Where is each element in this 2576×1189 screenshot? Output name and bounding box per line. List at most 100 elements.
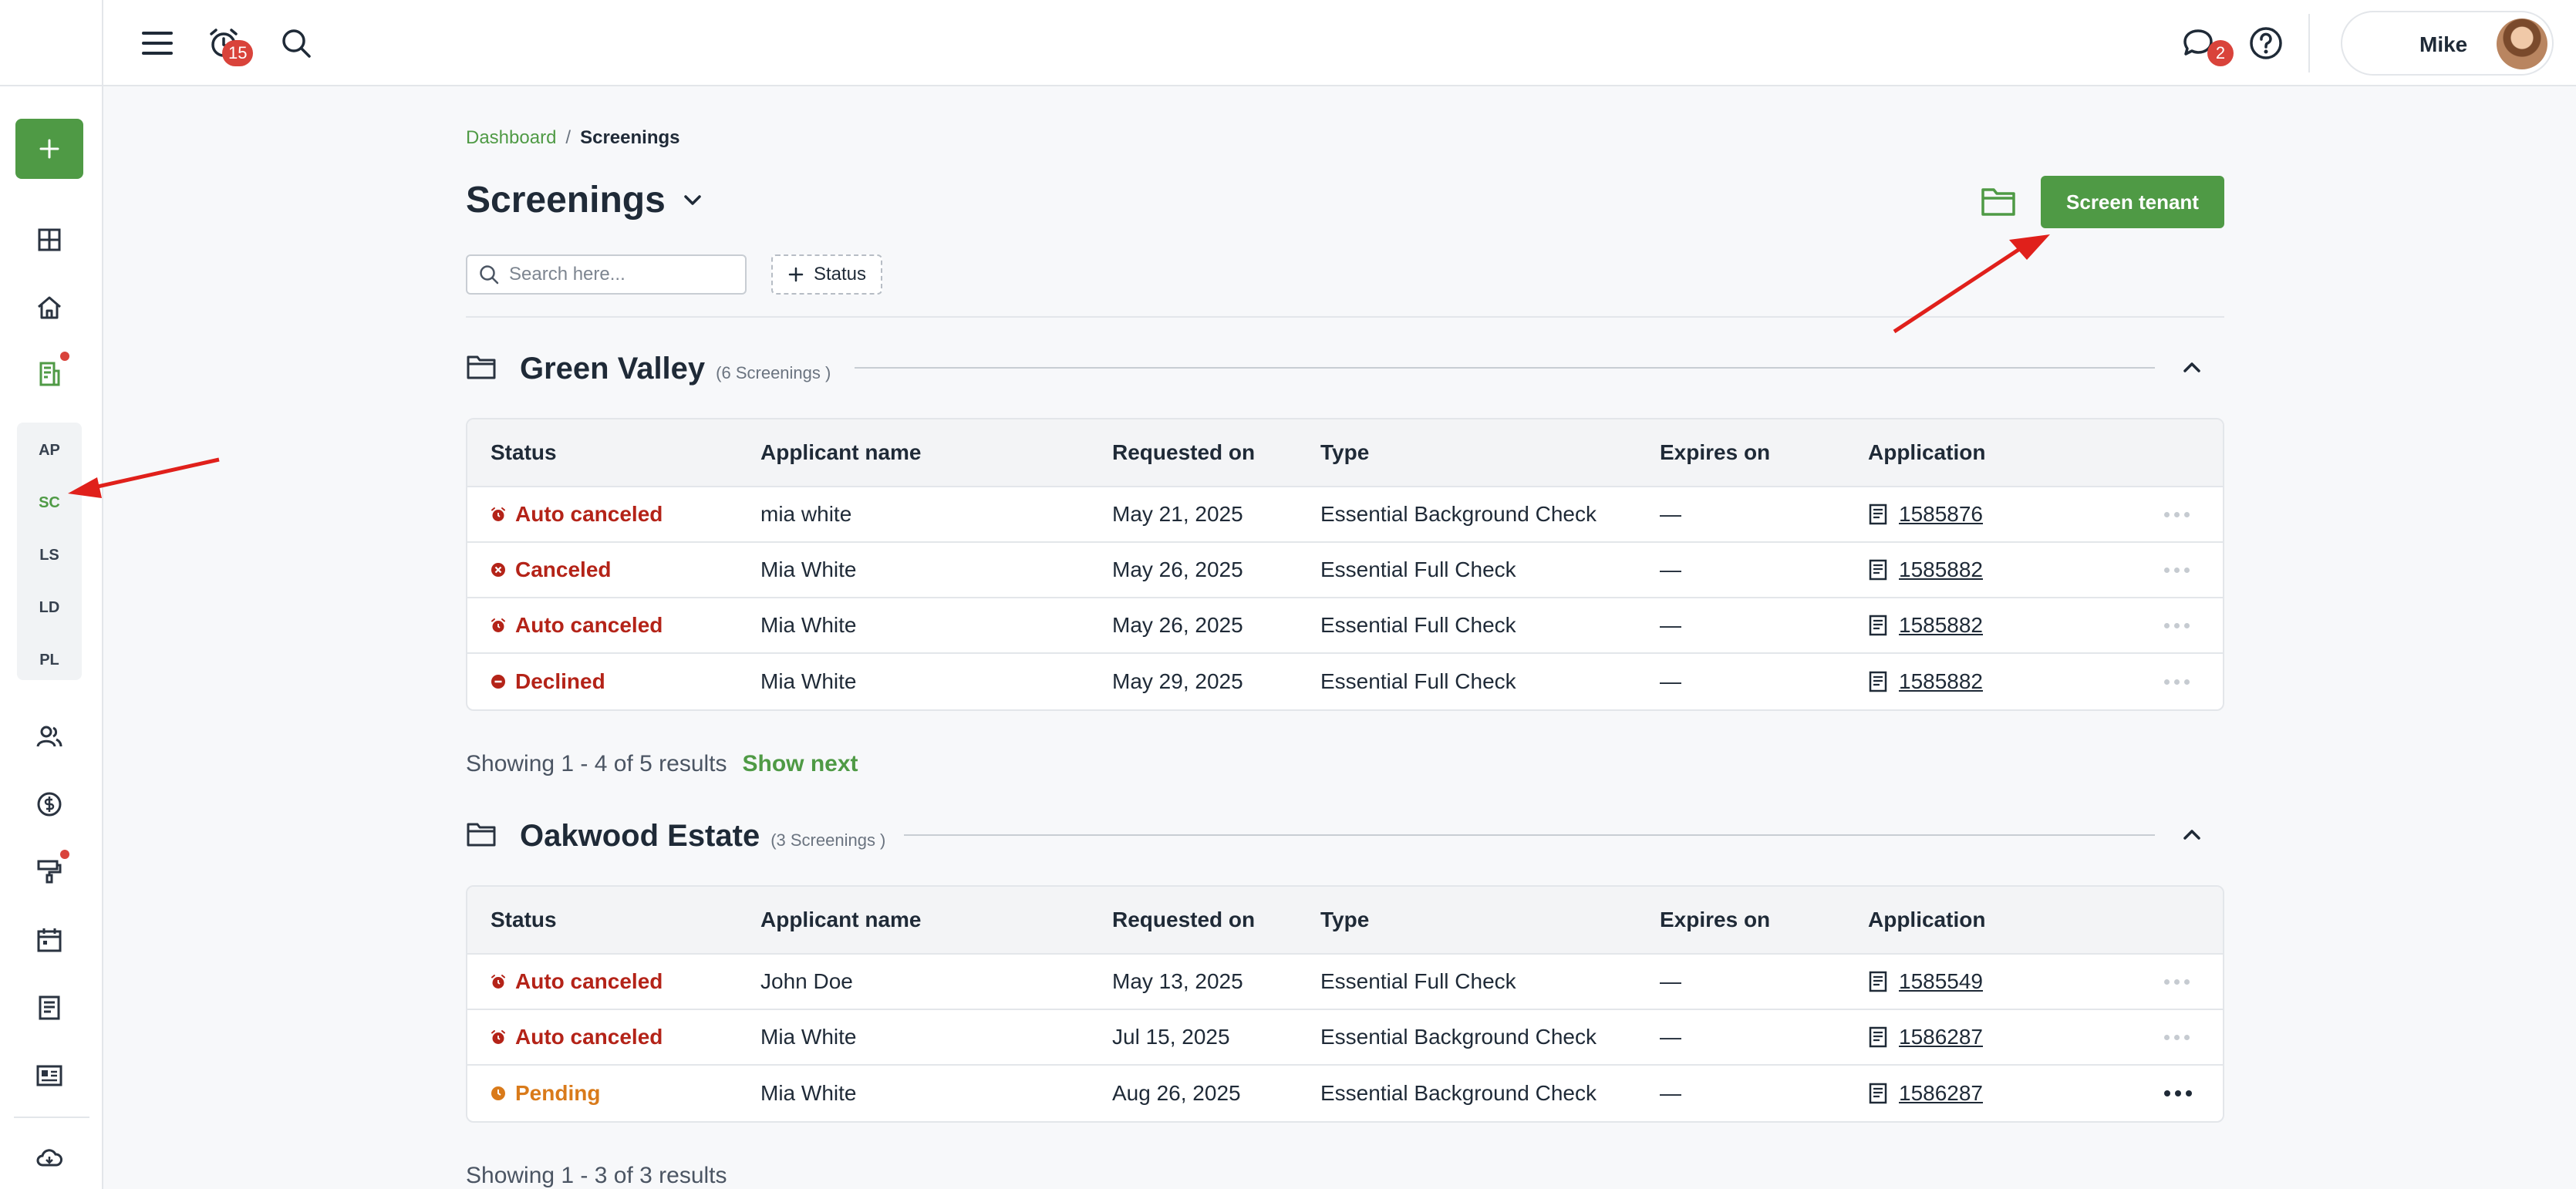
table-row[interactable]: Auto canceled Mia White Jul 15, 2025 Essent…: [467, 1010, 2223, 1066]
divider: [14, 1117, 89, 1118]
home-icon[interactable]: [32, 290, 67, 325]
divider: [2308, 14, 2310, 72]
submenu-item-ls[interactable]: LS: [17, 534, 82, 577]
column-header-status: Status: [491, 908, 557, 931]
submenu-item-pl[interactable]: PL: [17, 638, 82, 682]
expires-on: —: [1660, 669, 1681, 693]
table-header: Status Applicant name Requested on Type …: [467, 887, 2223, 955]
group-count: (3 Screenings ): [770, 830, 886, 850]
applicant-name: Mia White: [760, 669, 857, 693]
document-icon: [1869, 559, 1887, 581]
document-icon[interactable]: [32, 990, 67, 1026]
dashboard-icon[interactable]: [32, 222, 67, 258]
top-bar: 15 2 Mike: [103, 0, 2576, 86]
breadcrumb-dashboard[interactable]: Dashboard: [466, 127, 556, 149]
group-header-oakwood-estate: Oakwood Estate (3 Screenings ): [466, 811, 2224, 857]
status-filter-button[interactable]: Status: [771, 254, 882, 295]
folder-icon[interactable]: [1980, 184, 2017, 219]
submenu-item-ld[interactable]: LD: [17, 586, 82, 629]
notification-dot: [60, 850, 69, 859]
screening-type: Essential Full Check: [1320, 969, 1516, 993]
application-link[interactable]: 1586287: [1899, 1081, 1983, 1106]
show-next-link[interactable]: Show next: [743, 751, 858, 777]
more-icon[interactable]: [2164, 511, 2190, 517]
more-icon[interactable]: [2164, 978, 2190, 985]
search-field[interactable]: [466, 254, 747, 295]
folder-icon: [467, 355, 496, 379]
column-header-applicant: Applicant name: [760, 440, 922, 464]
dollar-icon[interactable]: [32, 786, 67, 822]
menu-icon[interactable]: [136, 23, 179, 63]
more-icon[interactable]: [2164, 679, 2190, 685]
annotation-arrow-line: [93, 457, 220, 490]
column-header-type: Type: [1320, 908, 1370, 931]
screening-submenu: AP SC LS LD PL: [17, 423, 82, 680]
application-cell: 1585876: [1868, 487, 1983, 541]
cloud-icon[interactable]: [32, 1140, 67, 1175]
application-cell: 1585882: [1868, 543, 1983, 597]
application-link[interactable]: 1585876: [1899, 502, 1983, 527]
screening-type: Essential Background Check: [1320, 1081, 1597, 1105]
row-actions[interactable]: [2164, 1066, 2192, 1121]
application-cell: 1585882: [1868, 598, 1983, 652]
status-badge: Auto canceled: [491, 969, 663, 994]
screening-icon[interactable]: [32, 356, 67, 392]
user-menu[interactable]: Mike: [2341, 11, 2554, 76]
row-actions[interactable]: [2164, 487, 2190, 541]
divider: [466, 316, 2224, 318]
submenu-item-sc[interactable]: SC: [17, 481, 82, 524]
table-row[interactable]: Pending Mia White Aug 26, 2025 Essential Ba…: [467, 1066, 2223, 1121]
more-icon[interactable]: [2164, 1034, 2190, 1040]
page-title[interactable]: Screenings: [466, 179, 706, 221]
table-row[interactable]: Canceled Mia White May 26, 2025 Essential F…: [467, 543, 2223, 598]
table-row[interactable]: Auto canceled Mia White May 26, 2025 Essent…: [467, 598, 2223, 654]
application-link[interactable]: 1585882: [1899, 557, 1983, 582]
search-icon[interactable]: [275, 22, 318, 65]
search-input[interactable]: [509, 264, 733, 285]
screen-tenant-button[interactable]: Screen tenant: [2041, 176, 2224, 228]
column-header-application: Application: [1868, 908, 1986, 931]
more-icon[interactable]: [2164, 1090, 2192, 1096]
row-actions[interactable]: [2164, 543, 2190, 597]
results-text: Showing 1 - 3 of 3 results: [466, 1163, 727, 1188]
application-cell: 1585882: [1868, 654, 1983, 709]
document-icon: [1869, 1083, 1887, 1104]
add-button[interactable]: [15, 119, 83, 179]
more-icon[interactable]: [2164, 622, 2190, 628]
page-title-text: Screenings: [466, 180, 666, 221]
avatar: [2497, 19, 2547, 69]
application-link[interactable]: 1586287: [1899, 1025, 1983, 1049]
people-icon[interactable]: [32, 719, 67, 754]
chevron-up-icon[interactable]: [2178, 820, 2206, 848]
status-icon: [491, 507, 506, 522]
help-icon[interactable]: [2244, 22, 2288, 65]
plus-icon: [39, 139, 59, 159]
row-actions[interactable]: [2164, 654, 2190, 709]
row-actions[interactable]: [2164, 1010, 2190, 1064]
applicant-name: John Doe: [760, 969, 853, 993]
column-header-applicant: Applicant name: [760, 908, 922, 931]
results-summary: Showing 1 - 4 of 5 results Show next: [466, 751, 858, 777]
expires-on: —: [1660, 1081, 1681, 1105]
listing-icon[interactable]: [32, 1058, 67, 1093]
calendar-icon[interactable]: [32, 922, 67, 958]
row-actions[interactable]: [2164, 598, 2190, 652]
notifications-badge: 15: [222, 40, 254, 66]
group-header-green-valley: Green Valley (6 Screenings ): [466, 344, 2224, 390]
table-row[interactable]: Auto canceled John Doe May 13, 2025 Essenti…: [467, 955, 2223, 1010]
table-row[interactable]: Declined Mia White May 29, 2025 Essential F…: [467, 654, 2223, 709]
status-cell: Auto canceled: [491, 955, 663, 1009]
applicant-name: Mia White: [760, 1025, 857, 1049]
chevron-up-icon[interactable]: [2178, 353, 2206, 381]
application-link[interactable]: 1585549: [1899, 969, 1983, 994]
row-actions[interactable]: [2164, 955, 2190, 1009]
status-icon: [491, 1086, 506, 1101]
submenu-item-ap[interactable]: AP: [17, 429, 82, 472]
annotation-arrow-head: [2009, 234, 2050, 260]
application-link[interactable]: 1585882: [1899, 613, 1983, 638]
requested-on: Aug 26, 2025: [1112, 1081, 1241, 1105]
messages-badge: 2: [2207, 40, 2234, 66]
table-row[interactable]: Auto canceled mia white May 21, 2025 Essent…: [467, 487, 2223, 543]
application-link[interactable]: 1585882: [1899, 669, 1983, 694]
more-icon[interactable]: [2164, 567, 2190, 573]
